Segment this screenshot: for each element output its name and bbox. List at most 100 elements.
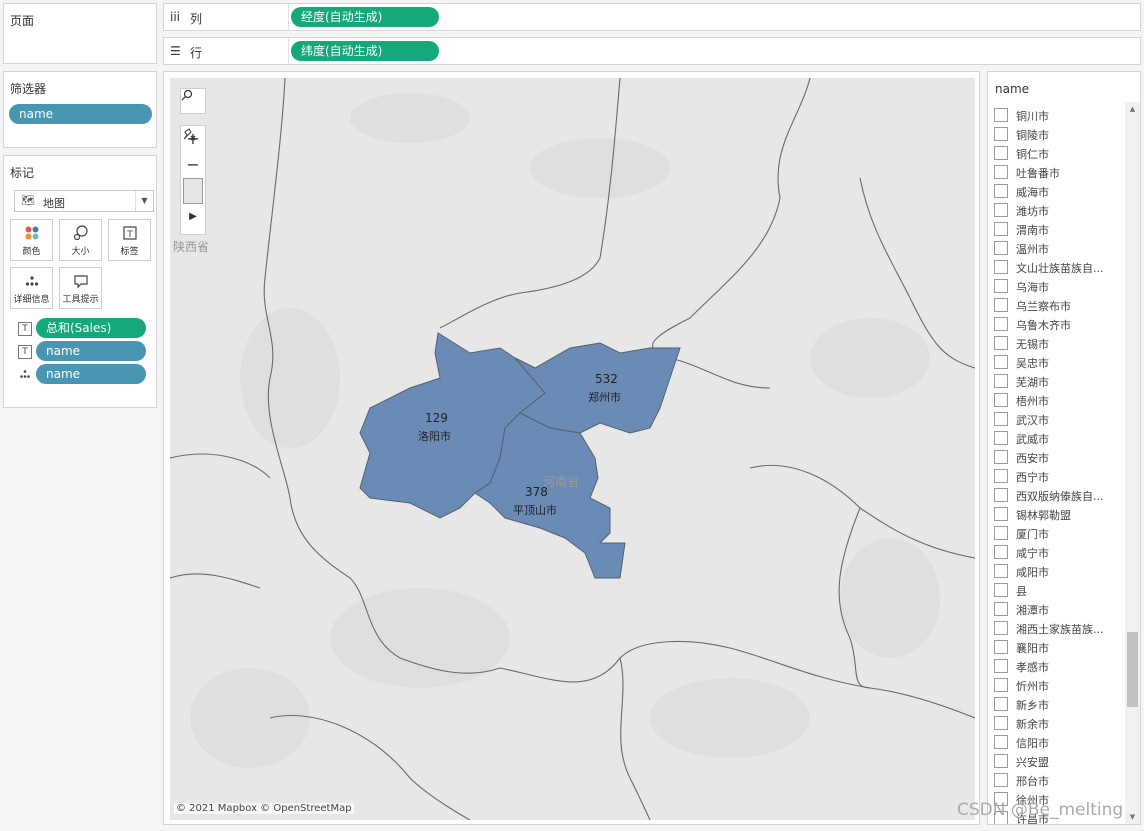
list-item[interactable]: 湘西土家族苗族...: [994, 619, 1122, 638]
label-button[interactable]: T 标签: [108, 219, 151, 261]
list-item[interactable]: 铜川市: [994, 106, 1122, 125]
list-item[interactable]: 西宁市: [994, 467, 1122, 486]
checkbox[interactable]: [994, 184, 1008, 198]
list-item[interactable]: 邢台市: [994, 771, 1122, 790]
list-item[interactable]: 新乡市: [994, 695, 1122, 714]
checkbox[interactable]: [994, 431, 1008, 445]
checkbox[interactable]: [994, 146, 1008, 160]
list-item[interactable]: 潍坊市: [994, 201, 1122, 220]
list-item[interactable]: 咸阳市: [994, 562, 1122, 581]
expand-toolbar-button[interactable]: ▶: [181, 204, 205, 230]
checkbox[interactable]: [994, 317, 1008, 331]
list-item[interactable]: 锡林郭勒盟: [994, 505, 1122, 524]
checkbox[interactable]: [994, 621, 1008, 635]
list-item[interactable]: 吴忠市: [994, 353, 1122, 372]
list-item[interactable]: 乌兰察布市: [994, 296, 1122, 315]
list-item[interactable]: 乌鲁木齐市: [994, 315, 1122, 334]
list-item[interactable]: 铜陵市: [994, 125, 1122, 144]
checkbox[interactable]: [994, 469, 1008, 483]
detail-label: 详细信息: [13, 295, 50, 305]
list-item[interactable]: 咸宁市: [994, 543, 1122, 562]
list-item[interactable]: 威海市: [994, 182, 1122, 201]
checkbox[interactable]: [994, 754, 1008, 768]
label-label: 标签: [120, 247, 139, 257]
checkbox[interactable]: [994, 279, 1008, 293]
list-item[interactable]: 乌海市: [994, 277, 1122, 296]
list-item[interactable]: 兴安盟: [994, 752, 1122, 771]
name-detail-pill[interactable]: name: [36, 364, 146, 384]
list-item[interactable]: 孝感市: [994, 657, 1122, 676]
map-attribution[interactable]: © 2021 Mapbox © OpenStreetMap: [174, 803, 354, 814]
checkbox[interactable]: [994, 564, 1008, 578]
pin-map-button[interactable]: [183, 128, 203, 204]
sales-pill[interactable]: 总和(Sales): [36, 318, 146, 338]
checkbox[interactable]: [994, 203, 1008, 217]
list-item[interactable]: 武威市: [994, 429, 1122, 448]
name-label-pill[interactable]: name: [36, 341, 146, 361]
checkbox[interactable]: [994, 450, 1008, 464]
list-item-label: 新余市: [1016, 718, 1049, 731]
list-item[interactable]: 厦门市: [994, 524, 1122, 543]
checkbox[interactable]: [994, 640, 1008, 654]
checkbox[interactable]: [994, 222, 1008, 236]
checkbox[interactable]: [994, 336, 1008, 350]
checkbox[interactable]: [994, 393, 1008, 407]
checkbox[interactable]: [994, 298, 1008, 312]
list-item[interactable]: 文山壮族苗族自...: [994, 258, 1122, 277]
checkbox[interactable]: [994, 526, 1008, 540]
checkbox[interactable]: [994, 583, 1008, 597]
checkbox[interactable]: [994, 735, 1008, 749]
checkbox[interactable]: [994, 412, 1008, 426]
list-item[interactable]: 信阳市: [994, 733, 1122, 752]
longitude-pill[interactable]: 经度(自动生成): [291, 7, 439, 27]
tooltip-button[interactable]: 工具提示: [59, 267, 102, 309]
list-scrollbar[interactable]: ▲ ▼: [1125, 102, 1140, 824]
color-button[interactable]: 颜色: [10, 219, 53, 261]
checkbox[interactable]: [994, 678, 1008, 692]
checkbox[interactable]: [994, 602, 1008, 616]
checkbox[interactable]: [994, 545, 1008, 559]
checkbox[interactable]: [994, 241, 1008, 255]
checkbox[interactable]: [994, 374, 1008, 388]
latitude-pill[interactable]: 纬度(自动生成): [291, 41, 439, 61]
checkbox[interactable]: [994, 127, 1008, 141]
list-item[interactable]: 温州市: [994, 239, 1122, 258]
chevron-down-icon[interactable]: ▼: [135, 191, 153, 211]
list-item[interactable]: 芜湖市: [994, 372, 1122, 391]
checkbox[interactable]: [994, 260, 1008, 274]
checkbox[interactable]: [994, 716, 1008, 730]
list-item[interactable]: 无锡市: [994, 334, 1122, 353]
checkbox[interactable]: [994, 488, 1008, 502]
list-item[interactable]: 襄阳市: [994, 638, 1122, 657]
rows-shelf[interactable]: ☰ 行 纬度(自动生成): [163, 37, 1141, 65]
list-item[interactable]: 县: [994, 581, 1122, 600]
scroll-thumb[interactable]: [1127, 632, 1138, 707]
checkbox[interactable]: [994, 697, 1008, 711]
list-item[interactable]: 湘潭市: [994, 600, 1122, 619]
zoom-out-button[interactable]: −: [181, 152, 205, 178]
columns-shelf[interactable]: iii 列 经度(自动生成): [163, 3, 1141, 31]
list-item[interactable]: 武汉市: [994, 410, 1122, 429]
checkbox[interactable]: [994, 355, 1008, 369]
size-button[interactable]: 大小: [59, 219, 102, 261]
list-item[interactable]: 忻州市: [994, 676, 1122, 695]
map-search-button[interactable]: [180, 88, 206, 114]
checkbox[interactable]: [994, 773, 1008, 787]
list-item[interactable]: 西安市: [994, 448, 1122, 467]
list-item[interactable]: 新余市: [994, 714, 1122, 733]
list-item[interactable]: 吐鲁番市: [994, 163, 1122, 182]
scroll-down-icon[interactable]: ▼: [1125, 810, 1140, 824]
scroll-up-icon[interactable]: ▲: [1125, 102, 1140, 116]
checkbox[interactable]: [994, 507, 1008, 521]
detail-button[interactable]: 详细信息: [10, 267, 53, 309]
map-canvas[interactable]: 陕西省 河南省 129 洛阳市 532 郑州市 378 平顶山市 + − ▶: [170, 78, 975, 820]
list-item[interactable]: 铜仁市: [994, 144, 1122, 163]
mark-type-dropdown[interactable]: 🗺 地图 ▼: [14, 190, 154, 212]
checkbox[interactable]: [994, 108, 1008, 122]
list-item[interactable]: 渭南市: [994, 220, 1122, 239]
checkbox[interactable]: [994, 165, 1008, 179]
list-item[interactable]: 西双版纳傣族自...: [994, 486, 1122, 505]
filter-name-pill[interactable]: name: [9, 104, 152, 124]
checkbox[interactable]: [994, 659, 1008, 673]
list-item[interactable]: 梧州市: [994, 391, 1122, 410]
